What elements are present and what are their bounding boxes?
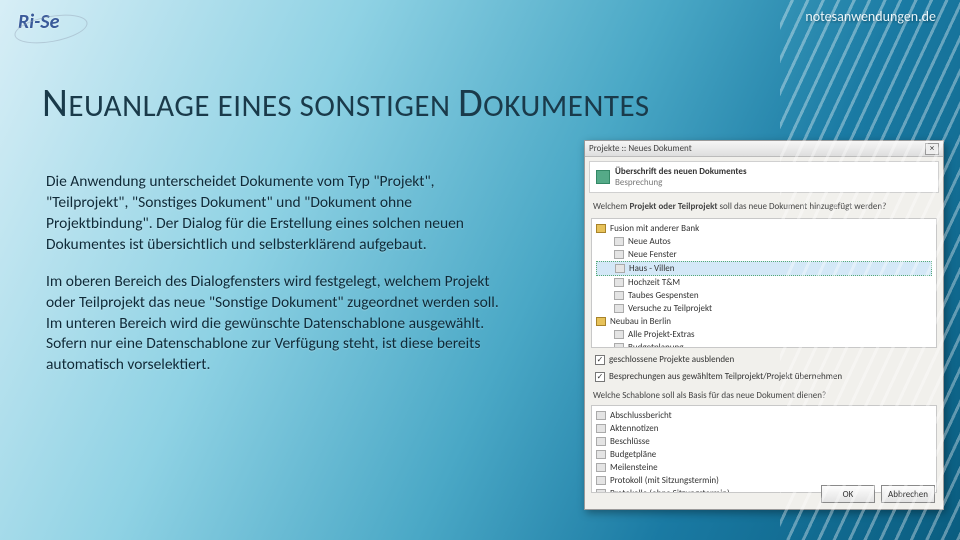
template-item-label: Abschlussbericht [610,410,672,421]
dialog-header-text: Überschrift des neuen Dokumentes [615,166,747,177]
title-rest-1: EUANLAGE [68,87,210,125]
title-cap-2: D [458,78,483,127]
document-icon [596,476,606,485]
tree-item-label: Neubau in Berlin [610,316,671,327]
tree-folder[interactable]: Neubau in Berlin [596,315,932,328]
document-icon [596,170,610,184]
dialog-question-1: Welchem Projekt oder Teilprojekt soll da… [585,197,943,216]
site-url: notesanwendungen.de [805,8,936,25]
document-icon [614,250,624,259]
paragraph-2: Im oberen Bereich des Dialogfensters wir… [46,272,506,377]
document-icon [596,450,606,459]
folder-icon [596,317,606,326]
dialog-subheader: Besprechung [615,177,747,188]
tree-item-label: Versuche zu Teilprojekt [628,303,712,314]
template-item[interactable]: Abschlussbericht [596,409,932,422]
dialog-title: Projekte :: Neues Dokument [589,143,692,154]
tree-item[interactable]: Budgetplanung [596,341,932,348]
template-item-label: Meilensteine [610,462,658,473]
folder-icon [596,224,606,233]
document-icon [614,330,624,339]
tree-item-label: Neue Autos [628,236,671,247]
document-icon [596,489,606,493]
document-icon [596,437,606,446]
paragraph-1: Die Anwendung unterscheidet Dokumente vo… [46,172,506,256]
checkbox-icon[interactable]: ✓ [595,372,605,382]
template-item[interactable]: Meilensteine [596,461,932,474]
tree-item[interactable]: Neue Fenster [596,248,932,261]
document-icon [615,264,625,273]
tree-item-label: Budgetplanung [628,342,684,348]
body-text: Die Anwendung unterscheidet Dokumente vo… [46,172,506,392]
template-item-label: Protokolle (ohne Sitzungstermin) [610,488,730,493]
document-icon [596,463,606,472]
dialog-titlebar: Projekte :: Neues Dokument × [585,141,943,157]
document-icon [614,304,624,313]
title-rest-2: OKUMENTES [483,87,649,125]
template-item-label: Protokoll (mit Sitzungstermin) [610,475,719,486]
tree-item-label: Neue Fenster [628,249,677,260]
tree-item-label: Alle Projekt-Extras [628,329,695,340]
template-item[interactable]: Aktennotizen [596,422,932,435]
checkbox-icon[interactable]: ✓ [595,355,605,365]
hide-closed-checkbox-row[interactable]: ✓ geschlossene Projekte ausblenden [585,350,943,367]
tree-folder[interactable]: Fusion mit anderer Bank [596,222,932,235]
document-icon [614,278,624,287]
template-list[interactable]: Abschlussbericht Aktennotizen Beschlüsse Bu… [591,405,937,493]
template-item[interactable]: Budgetpläne [596,448,932,461]
close-icon[interactable]: × [925,143,939,155]
inherit-meetings-checkbox-row[interactable]: ✓ Besprechungen aus gewähltem Teilprojek… [585,367,943,384]
document-icon [596,411,606,420]
tree-item[interactable]: Versuche zu Teilprojekt [596,302,932,315]
template-item-label: Beschlüsse [610,436,650,447]
document-icon [596,424,606,433]
title-mid: EINES SONSTIGEN [210,87,458,125]
tree-item[interactable]: Taubes Gespensten [596,289,932,302]
template-item-label: Aktennotizen [610,423,658,434]
title-cap-1: N [42,78,68,127]
template-item[interactable]: Beschlüsse [596,435,932,448]
inherit-meetings-label: Besprechungen aus gewähltem Teilprojekt/… [609,371,842,382]
ok-button[interactable]: OK [821,485,875,503]
document-icon [614,237,624,246]
document-icon [614,291,624,300]
cancel-button[interactable]: Abbrechen [881,485,935,503]
new-document-dialog: Projekte :: Neues Dokument × Überschrift… [584,140,944,510]
tree-item[interactable]: Neue Autos [596,235,932,248]
tree-item[interactable]: Hochzeit T&M [596,276,932,289]
tree-item-label: Haus - Villen [629,263,675,274]
dialog-question-2: Welche Schablone soll als Basis für das … [585,384,943,403]
tree-item-label: Taubes Gespensten [628,290,699,301]
dialog-header: Überschrift des neuen Dokumentes Besprec… [589,161,939,193]
project-tree[interactable]: Fusion mit anderer Bank Neue Autos Neue Fe… [591,218,937,348]
brand-logo: Ri-Se [18,10,59,34]
tree-item-label: Hochzeit T&M [628,277,680,288]
tree-item[interactable]: Alle Projekt-Extras [596,328,932,341]
tree-item-label: Fusion mit anderer Bank [610,223,699,234]
document-icon [614,343,624,348]
slide-title: NEUANLAGE EINES SONSTIGEN DOKUMENTES [42,78,918,127]
template-item-label: Budgetpläne [610,449,656,460]
tree-item[interactable]: Haus - Villen [596,261,932,276]
hide-closed-label: geschlossene Projekte ausblenden [609,354,734,365]
